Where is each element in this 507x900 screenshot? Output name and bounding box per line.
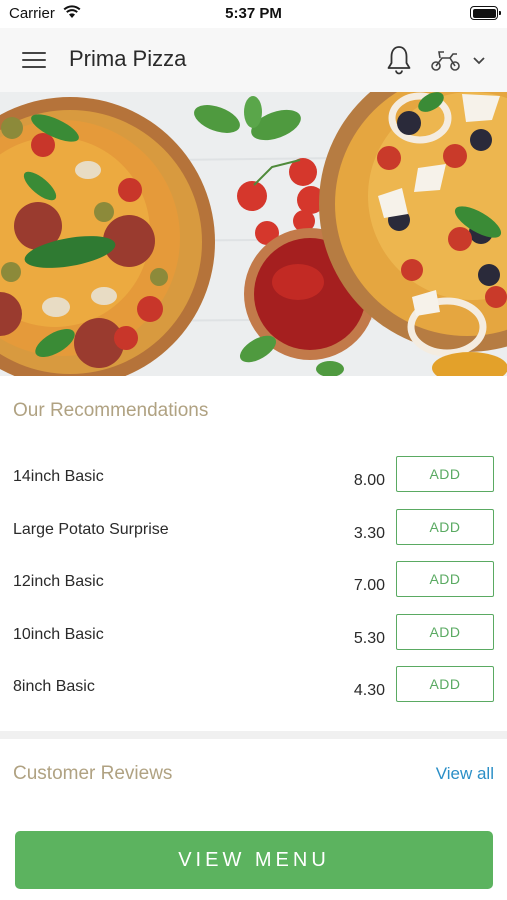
recommendations-title: Our Recommendations: [13, 400, 209, 421]
app-title: Prima Pizza: [69, 46, 187, 71]
bell-icon[interactable]: [385, 44, 413, 76]
reviews-title: Customer Reviews: [13, 763, 173, 784]
status-bar: Carrier 5:37 PM: [0, 0, 507, 28]
hero-banner: [0, 92, 507, 376]
add-button[interactable]: ADD: [396, 614, 494, 650]
section-divider: [0, 731, 507, 739]
view-all-link[interactable]: View all: [436, 764, 494, 784]
item-name: Large Potato Surprise: [13, 521, 169, 538]
recommendation-row: 8inch Basic 4.30 ADD: [0, 666, 507, 728]
item-price: 5.30: [353, 630, 385, 647]
nav-bar: Prima Pizza: [0, 28, 507, 92]
item-name: 12inch Basic: [13, 573, 104, 590]
item-price: 7.00: [353, 577, 385, 594]
item-name: 8inch Basic: [13, 678, 95, 695]
add-button[interactable]: ADD: [396, 561, 494, 597]
pizza-banner-image: [0, 92, 507, 376]
status-time: 5:37 PM: [225, 5, 282, 22]
item-price: 3.30: [353, 525, 385, 542]
add-button[interactable]: ADD: [396, 666, 494, 702]
item-name: 10inch Basic: [13, 626, 104, 643]
item-name: 14inch Basic: [13, 468, 104, 485]
item-price: 8.00: [353, 472, 385, 489]
add-button[interactable]: ADD: [396, 509, 494, 545]
scooter-icon[interactable]: [430, 48, 462, 72]
chevron-down-icon[interactable]: [472, 54, 486, 66]
battery-icon: [470, 6, 501, 20]
item-price: 4.30: [353, 682, 385, 699]
add-button[interactable]: ADD: [396, 456, 494, 492]
view-menu-button[interactable]: VIEW MENU: [15, 831, 493, 889]
menu-icon[interactable]: [22, 49, 48, 71]
